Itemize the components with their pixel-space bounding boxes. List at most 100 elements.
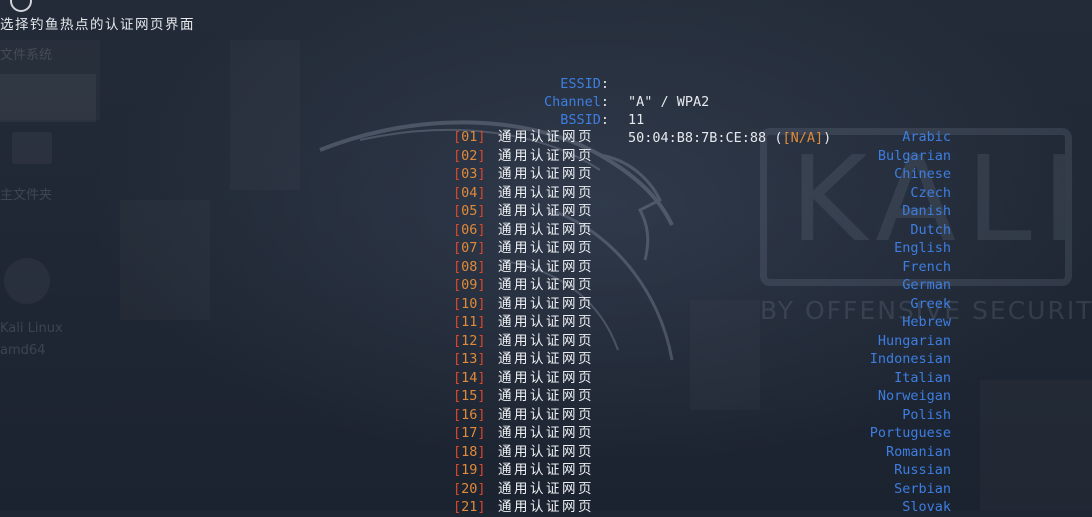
menu-item-index: [12] <box>453 332 486 349</box>
bssid-row: BSSID: 50:04:B8:7B:CE:88 ([N/A]) <box>0 92 1092 147</box>
menu-item-label: 通用认证网页 <box>498 147 594 164</box>
menu-item-index: [01] <box>453 129 486 145</box>
menu-item-index: [07] <box>453 240 486 256</box>
menu-item-index: [06] <box>453 221 486 238</box>
menu-item[interactable]: [17] 通用认证网页 Portuguese <box>453 424 951 443</box>
menu-item-index: [13] <box>453 351 486 367</box>
cursor-ring-icon <box>10 0 32 12</box>
menu-item-label: 通用认证网页 <box>498 443 594 460</box>
menu-item[interactable]: [21] 通用认证网页 Slovak <box>453 498 951 517</box>
menu-item-language: French <box>902 258 951 275</box>
menu-item-number: 17 <box>461 425 478 441</box>
menu-item[interactable]: [11] 通用认证网页 Hebrew <box>453 313 951 332</box>
menu-item-number: 11 <box>461 314 478 330</box>
prompt-title: 选择钓鱼热点的认证网页界面 <box>0 17 195 33</box>
menu-item[interactable]: [05] 通用认证网页 Danish <box>453 202 951 221</box>
menu-item[interactable]: [01] 通用认证网页 Arabic <box>453 128 951 147</box>
menu-item-index: [09] <box>453 277 486 293</box>
menu-item-label: 通用认证网页 <box>498 258 594 275</box>
menu-item-language: Greek <box>910 295 951 312</box>
menu-item-number: 15 <box>461 388 478 404</box>
menu-item-language: English <box>894 240 951 256</box>
menu-item-index: [17] <box>453 425 486 441</box>
menu-item[interactable]: [14] 通用认证网页 Italian <box>453 369 951 388</box>
menu-item-index: [04] <box>453 184 486 201</box>
menu-item-label: 通用认证网页 <box>498 480 594 497</box>
menu-item-language: Portuguese <box>869 425 951 441</box>
menu-item-label: 通用认证网页 <box>498 388 594 404</box>
menu-item[interactable]: [02] 通用认证网页 Bulgarian <box>453 147 951 166</box>
menu-item-language: Hungarian <box>877 332 951 349</box>
channel-value: 11 <box>628 112 645 128</box>
menu-item[interactable]: [16] 通用认证网页 Polish <box>453 406 951 425</box>
menu-item[interactable]: [20] 通用认证网页 Serbian <box>453 480 951 499</box>
menu-item[interactable]: [18] 通用认证网页 Romanian <box>453 443 951 462</box>
menu-item-language: Serbian <box>894 480 951 497</box>
menu-item[interactable]: [12] 通用认证网页 Hungarian <box>453 332 951 351</box>
menu-item[interactable]: [07] 通用认证网页 English <box>453 239 951 258</box>
menu-item-label: 通用认证网页 <box>498 240 594 256</box>
menu-item[interactable]: [09] 通用认证网页 German <box>453 276 951 295</box>
menu-item-label: 通用认证网页 <box>498 221 594 238</box>
menu-item-index: [19] <box>453 462 486 478</box>
menu-item-number: 04 <box>461 184 478 201</box>
menu-item-language: German <box>902 277 951 293</box>
menu-item-number: 10 <box>461 295 478 312</box>
menu-item-label: 通用认证网页 <box>498 295 594 312</box>
menu-item-index: [05] <box>453 203 486 219</box>
menu-item-number: 01 <box>461 129 478 145</box>
menu-item-label: 通用认证网页 <box>498 462 594 478</box>
menu-item-number: 13 <box>461 351 478 367</box>
menu-item-label: 通用认证网页 <box>498 314 594 330</box>
essid-row: ESSID: "A" / WPA2 <box>0 56 1092 111</box>
menu-item[interactable]: [15] 通用认证网页 Norweigan <box>453 387 951 406</box>
menu-item-label: 通用认证网页 <box>498 369 594 386</box>
menu-item-language: Indonesian <box>869 351 951 367</box>
menu-item[interactable]: [10] 通用认证网页 Greek <box>453 295 951 314</box>
menu-item[interactable]: [19] 通用认证网页 Russian <box>453 461 951 480</box>
channel-row: Channel: 11 <box>0 74 1092 129</box>
menu-item[interactable]: [13] 通用认证网页 Indonesian <box>453 350 951 369</box>
menu-item-index: [18] <box>453 443 486 460</box>
menu-item-label: 通用认证网页 <box>498 406 594 423</box>
menu-item-label: 通用认证网页 <box>498 129 594 145</box>
menu-item-language: Danish <box>902 203 951 219</box>
menu-item-label: 通用认证网页 <box>498 499 594 515</box>
menu-item-language: Russian <box>894 462 951 478</box>
menu-item-index: [11] <box>453 314 486 330</box>
menu-item-index: [20] <box>453 480 486 497</box>
menu-item-language: Dutch <box>910 221 951 238</box>
menu-item[interactable]: [04] 通用认证网页 Czech <box>453 184 951 203</box>
menu-item-number: 21 <box>461 499 478 515</box>
menu-item-label: 通用认证网页 <box>498 203 594 219</box>
menu-item-number: 06 <box>461 221 478 238</box>
menu-item-language: Czech <box>910 184 951 201</box>
menu-item-number: 12 <box>461 332 478 349</box>
menu-item-language: Italian <box>894 369 951 386</box>
menu-item[interactable]: [08] 通用认证网页 French <box>453 258 951 277</box>
menu-item-number: 02 <box>461 147 478 164</box>
bssid-key: BSSID: <box>560 111 609 128</box>
menu-item-number: 03 <box>461 166 478 182</box>
terminal-output: 选择钓鱼热点的认证网页界面 ESSID: "A" / WPA2 Channel:… <box>0 0 1092 515</box>
menu-item-index: [14] <box>453 369 486 386</box>
menu-item-number: 19 <box>461 462 478 478</box>
menu-item-number: 08 <box>461 258 478 275</box>
menu-item-language: Norweigan <box>877 388 951 404</box>
menu-item-number: 14 <box>461 369 478 386</box>
menu-item-language: Romanian <box>885 443 951 460</box>
menu-item-index: [15] <box>453 388 486 404</box>
menu-item-index: [16] <box>453 406 486 423</box>
menu-item-language: Arabic <box>902 129 951 145</box>
menu-item[interactable]: [06] 通用认证网页 Dutch <box>453 221 951 240</box>
menu-item-language: Slovak <box>902 499 951 515</box>
menu-item[interactable]: [03] 通用认证网页 Chinese <box>453 165 951 184</box>
menu-item-label: 通用认证网页 <box>498 425 594 441</box>
menu-item-number: 07 <box>461 240 478 256</box>
menu-item-language: Polish <box>902 406 951 423</box>
menu-item-index: [03] <box>453 166 486 182</box>
menu-item-index: [21] <box>453 499 486 515</box>
menu-item-index: [02] <box>453 147 486 164</box>
menu-item-language: Hebrew <box>902 314 951 330</box>
bssid-key-text: BSSID <box>560 111 601 128</box>
